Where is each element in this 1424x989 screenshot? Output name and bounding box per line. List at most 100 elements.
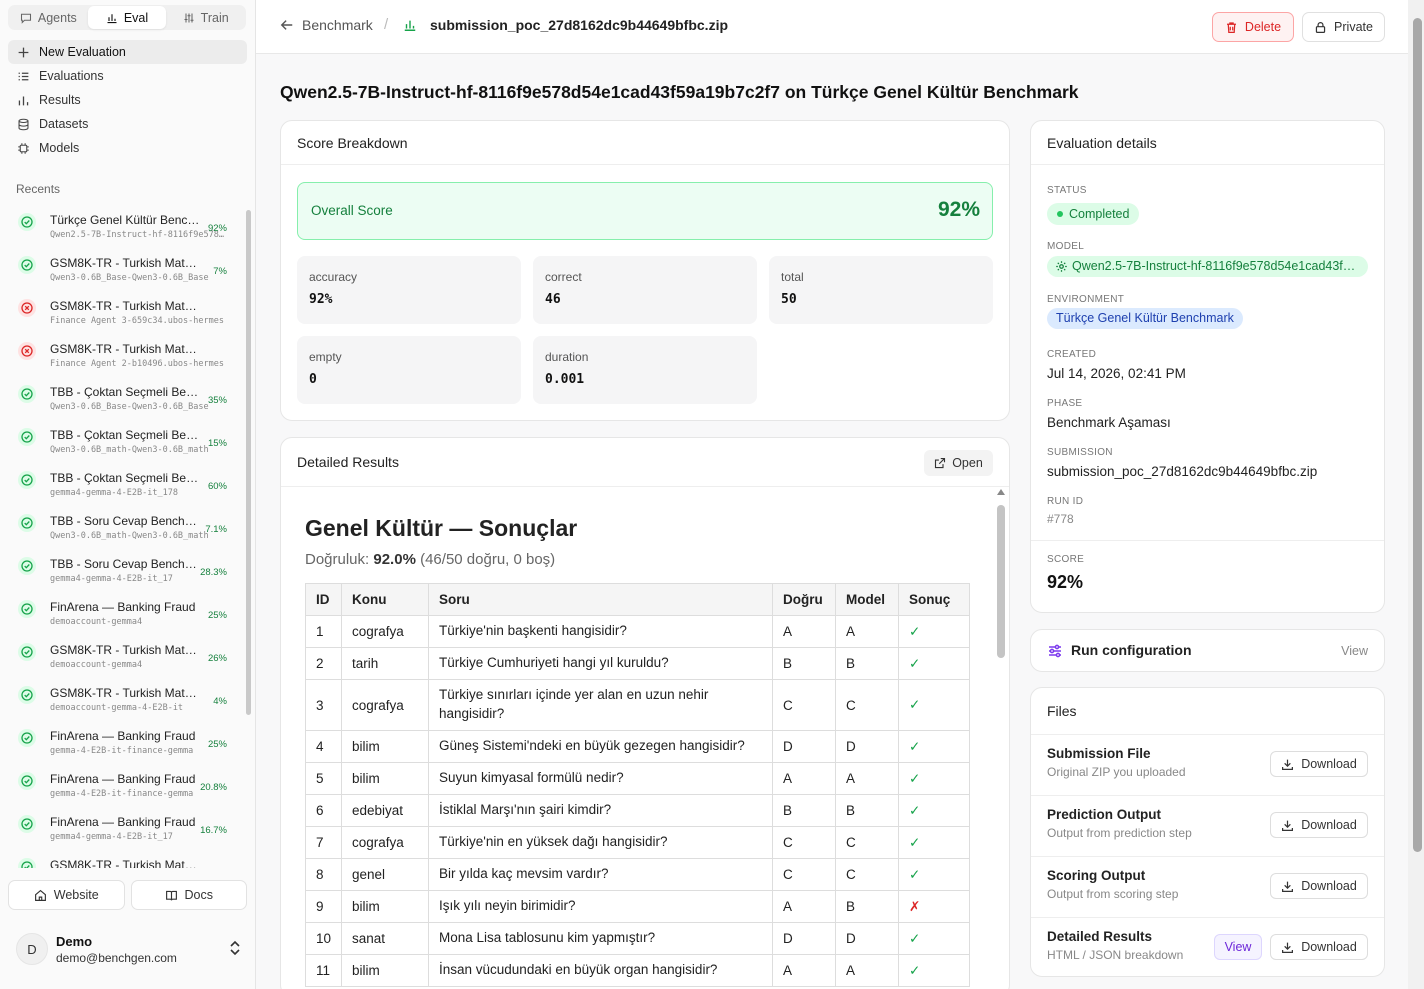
results-scrollbar[interactable]: [997, 489, 1005, 987]
recent-item[interactable]: GSM8K-TR - Turkish Math Reasoning21%: [16, 849, 236, 868]
sidebar-nav: New Evaluation Evaluations Results Datas…: [8, 40, 247, 160]
user-email: demo@benchgen.com: [56, 951, 177, 965]
recent-item[interactable]: TBB - Soru Cevap Benchmark gemma4-gemma-4…: [16, 548, 236, 591]
gear-icon: [1056, 261, 1067, 272]
table-row: 6 edebiyat İstiklal Marşı'nın şairi kimdir…: [305, 794, 970, 827]
phase-value: Benchmark Aşaması: [1047, 415, 1171, 430]
docs-button[interactable]: Docs: [130, 880, 247, 910]
main-content: Benchmark / submission_poc_27d8162dc9b44…: [256, 0, 1424, 989]
cell-model: C: [835, 679, 899, 731]
recent-item[interactable]: TBB - Çoktan Seçmeli Benchmark Qwen3-0.6B…: [16, 419, 236, 462]
user-menu[interactable]: D Demo demo@benchgen.com: [16, 930, 246, 970]
col-topic: Konu: [341, 583, 429, 616]
private-button[interactable]: Private: [1302, 12, 1385, 42]
check-circle-icon: [18, 514, 36, 532]
file-subtitle: Output from prediction step: [1047, 826, 1192, 840]
website-button[interactable]: Website: [8, 880, 125, 910]
recent-subtitle: gemma-4-E2B-it-finance-gemma: [50, 746, 194, 756]
environment-label: ENVIRONMENT: [1047, 294, 1125, 305]
check-circle-icon: [18, 471, 36, 489]
sidebar-scrollbar[interactable]: [246, 210, 251, 715]
recent-title: TBB - Çoktan Seçmeli Benchmark: [50, 428, 202, 442]
download-icon: [1282, 759, 1294, 770]
breadcrumb-current: submission_poc_27d8162dc9b44649bfbc.zip: [403, 17, 728, 33]
recent-item[interactable]: TBB - Soru Cevap Benchmark Qwen3-0.6B_mat…: [16, 505, 236, 548]
website-label: Website: [53, 888, 99, 902]
recent-subtitle: gemma4-gemma-4-E2B-it_178: [50, 488, 178, 498]
run-configuration-card[interactable]: Run configuration View: [1030, 629, 1385, 672]
download-button[interactable]: Download: [1270, 812, 1368, 838]
download-icon: [1282, 881, 1294, 892]
run-configuration-title: Run configuration: [1071, 642, 1192, 658]
recent-item[interactable]: TBB - Çoktan Seçmeli Benchmark Qwen3-0.6B…: [16, 376, 236, 419]
nav-results[interactable]: Results: [8, 88, 247, 112]
evaluation-details-title: Evaluation details: [1031, 121, 1384, 165]
metric-value: 92%: [309, 292, 333, 307]
score-value: 92%: [1047, 572, 1084, 592]
cell-topic: bilim: [341, 954, 429, 987]
delete-label: Delete: [1244, 20, 1282, 34]
cell-correct: C: [772, 826, 836, 859]
file-title: Submission File: [1047, 746, 1151, 761]
recent-subtitle: Qwen3-0.6B_math-Qwen3-0.6B_math: [50, 531, 209, 541]
recent-item[interactable]: GSM8K-TR - Turkish Math Reasoning Qwen3-0…: [16, 247, 236, 290]
download-button[interactable]: Download: [1270, 873, 1368, 899]
download-label: Download: [1301, 818, 1357, 832]
back-link[interactable]: Benchmark: [280, 17, 373, 33]
nav-new-evaluation[interactable]: New Evaluation: [8, 40, 247, 64]
download-button[interactable]: Download: [1270, 751, 1368, 777]
delete-button[interactable]: Delete: [1212, 12, 1294, 42]
model-badge[interactable]: Qwen2.5-7B-Instruct-hf-8116f9e578d54e1ca…: [1047, 256, 1368, 277]
recent-item[interactable]: FinArena — Banking Fraud demoaccount-gemm…: [16, 591, 236, 634]
nav-datasets[interactable]: Datasets: [8, 112, 247, 136]
page-scrollbar[interactable]: [1408, 0, 1424, 989]
tab-eval[interactable]: Eval: [87, 6, 167, 29]
cell-correct: A: [772, 615, 836, 648]
recent-item[interactable]: Türkçe Genel Kültür Benchmark Qwen2.5-7B-…: [16, 204, 236, 247]
nav-models[interactable]: Models: [8, 136, 247, 160]
topbar: Benchmark / submission_poc_27d8162dc9b44…: [256, 0, 1424, 54]
results-scroll-thumb[interactable]: [997, 505, 1005, 658]
open-button[interactable]: Open: [924, 450, 993, 476]
recent-item[interactable]: FinArena — Banking Fraud gemma4-gemma-4-E…: [16, 806, 236, 849]
recent-item[interactable]: GSM8K-TR - Turkish Math Reasoning Finance…: [16, 333, 236, 376]
col-result: Sonuç: [898, 583, 970, 616]
results-iframe[interactable]: Genel Kültür — Sonuçlar Doğruluk: 92.0% …: [281, 487, 1008, 987]
recent-score: 26%: [207, 653, 227, 664]
file-subtitle: Original ZIP you uploaded: [1047, 765, 1186, 779]
recent-item[interactable]: GSM8K-TR - Turkish Math Reasoning Finance…: [16, 290, 236, 333]
scroll-up-arrow-icon[interactable]: [997, 489, 1005, 495]
nav-label: Evaluations: [39, 69, 104, 83]
recent-score: 20.8%: [200, 782, 227, 793]
cell-topic: bilim: [341, 890, 429, 923]
recent-item[interactable]: TBB - Çoktan Seçmeli Benchmark gemma4-gem…: [16, 462, 236, 505]
nav-evaluations[interactable]: Evaluations: [8, 64, 247, 88]
check-circle-icon: [18, 729, 36, 747]
run-configuration-view-link[interactable]: View: [1341, 644, 1368, 658]
recents-list: Türkçe Genel Kültür Benchmark Qwen2.5-7B-…: [0, 200, 248, 868]
recent-score: 16.7%: [200, 825, 227, 836]
recent-item[interactable]: FinArena — Banking Fraud gemma-4-E2B-it-f…: [16, 720, 236, 763]
chevron-up-down-icon[interactable]: [228, 940, 242, 956]
recent-subtitle: demoaccount-gemma-4-E2B-it: [50, 703, 184, 713]
accuracy-value: 92.0%: [373, 551, 416, 568]
chip-icon: [18, 142, 29, 154]
breadcrumb-file: submission_poc_27d8162dc9b44649bfbc.zip: [430, 17, 729, 33]
bar-chart-icon: [18, 95, 29, 105]
cell-id: 3: [305, 679, 342, 731]
open-label: Open: [952, 456, 983, 470]
cell-correct: D: [772, 922, 836, 955]
tab-agents[interactable]: Agents: [9, 6, 88, 29]
download-button[interactable]: Download: [1270, 934, 1368, 960]
recent-item[interactable]: FinArena — Banking Fraud gemma-4-E2B-it-f…: [16, 763, 236, 806]
recent-item[interactable]: GSM8K-TR - Turkish Math Reasoning demoacc…: [16, 677, 236, 720]
environment-badge[interactable]: Türkçe Genel Kültür Benchmark: [1047, 308, 1243, 329]
check-circle-icon: [18, 256, 36, 274]
recent-subtitle: Qwen3-0.6B_Base-Qwen3-0.6B_Base: [50, 402, 209, 412]
tab-train[interactable]: Train: [166, 6, 245, 29]
view-button[interactable]: View: [1214, 934, 1262, 960]
recent-title: FinArena — Banking Fraud: [50, 815, 196, 829]
recent-item[interactable]: GSM8K-TR - Turkish Math Reasoning demoacc…: [16, 634, 236, 677]
cell-id: 5: [305, 762, 342, 795]
page-scroll-thumb[interactable]: [1413, 18, 1422, 852]
